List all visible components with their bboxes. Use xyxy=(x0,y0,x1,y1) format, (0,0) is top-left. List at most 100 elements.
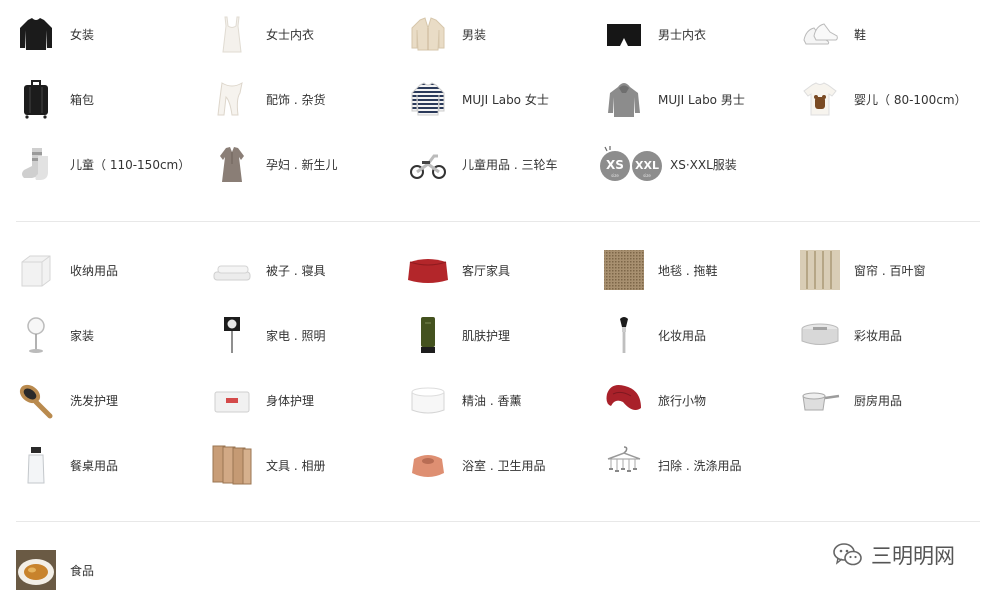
skincare-tube-icon xyxy=(406,313,450,357)
category-muji-labo-men[interactable]: MUJI Labo 男士 xyxy=(588,69,784,129)
category-label: 儿童用品 . 三轮车 xyxy=(462,157,558,172)
category-label: 地毯 . 拖鞋 xyxy=(658,263,718,278)
soap-bar-icon xyxy=(210,378,254,422)
category-baby[interactable]: 婴儿（ 80-100cm） xyxy=(784,69,980,129)
category-living-room[interactable]: 客厅家具 xyxy=(392,240,588,300)
category-label: 孕妇 . 新生儿 xyxy=(266,157,338,172)
category-label: 鞋 xyxy=(854,27,867,42)
mirror-icon xyxy=(14,313,58,357)
notebooks-icon xyxy=(210,443,254,487)
kids-socks-icon xyxy=(14,142,58,186)
category-rugs[interactable]: 地毯 . 拖鞋 xyxy=(588,240,784,300)
toothbrush-stand-icon xyxy=(406,443,450,487)
sneakers-icon xyxy=(798,12,842,56)
category-kids[interactable]: 儿童（ 110-150cm） xyxy=(0,134,196,194)
category-label: 男装 xyxy=(462,27,487,42)
size-badge-xs: XS xyxy=(606,158,624,172)
balance-bike-icon xyxy=(406,142,450,186)
category-label: 婴儿（ 80-100cm） xyxy=(854,92,967,107)
category-label: 旅行小物 xyxy=(658,393,707,408)
category-shoes[interactable]: 鞋 xyxy=(784,4,980,64)
category-mens-apparel[interactable]: 男装 xyxy=(392,4,588,64)
category-tableware[interactable]: 餐桌用品 xyxy=(0,435,196,495)
watermark: 三明明网 xyxy=(833,540,955,570)
category-cleaning[interactable]: 扫除 . 洗涤用品 xyxy=(588,435,784,495)
size-badge-sub: size xyxy=(643,173,651,178)
category-maternity[interactable]: 孕妇 . 新生儿 xyxy=(196,134,392,194)
category-xs-xxl[interactable]: XS XXL size size XS·XXL服装 xyxy=(588,134,784,194)
category-label: 文具 . 相册 xyxy=(266,458,326,473)
category-label: 身体护理 xyxy=(266,393,315,408)
category-bedding[interactable]: 被子 . 寝具 xyxy=(196,240,392,300)
curry-plate-icon xyxy=(14,548,58,592)
rug-icon xyxy=(602,248,646,292)
category-travel[interactable]: 旅行小物 xyxy=(588,370,784,430)
wall-speaker-icon xyxy=(210,313,254,357)
category-label: 家电 . 照明 xyxy=(266,328,326,343)
category-label: 彩妆用品 xyxy=(854,328,903,343)
category-cosmetics[interactable]: 化妆用品 xyxy=(588,305,784,365)
category-label: 被子 . 寝具 xyxy=(266,263,326,278)
hoodie-icon xyxy=(602,77,646,121)
category-aroma[interactable]: 精油 . 香薰 xyxy=(392,370,588,430)
category-label: 收纳用品 xyxy=(70,263,119,278)
section-divider xyxy=(16,221,980,222)
category-storage[interactable]: 收纳用品 xyxy=(0,240,196,300)
size-badge-xxl: XXL xyxy=(635,159,659,172)
neck-pillow-icon xyxy=(602,378,646,422)
category-bags[interactable]: 箱包 xyxy=(0,69,196,129)
section-divider xyxy=(16,521,980,522)
scarf-icon xyxy=(210,77,254,121)
watermark-text: 三明明网 xyxy=(871,544,955,568)
category-muji-labo-women[interactable]: MUJI Labo 女士 xyxy=(392,69,588,129)
category-home-decor[interactable]: 家装 xyxy=(0,305,196,365)
glass-bottle-icon xyxy=(14,443,58,487)
hairbrush-icon xyxy=(14,378,58,422)
category-hair-care[interactable]: 洗发护理 xyxy=(0,370,196,430)
household-section: 收纳用品 被子 . 寝具 客厅家具 地毯 . 拖鞋 窗帘 . 百叶窗 家装 家电… xyxy=(0,230,981,520)
category-label: 食品 xyxy=(70,563,95,578)
category-food[interactable]: 食品 xyxy=(0,540,196,600)
category-label: 男士内衣 xyxy=(658,27,707,42)
category-womens-underwear[interactable]: 女士内衣 xyxy=(196,4,392,64)
category-label: 洗发护理 xyxy=(70,393,119,408)
category-label: 餐桌用品 xyxy=(70,458,119,473)
category-label: 配饰 . 杂货 xyxy=(266,92,326,107)
category-makeup[interactable]: 彩妆用品 xyxy=(784,305,980,365)
sweater-black-icon xyxy=(14,12,58,56)
category-label: XS·XXL服装 xyxy=(670,157,737,172)
category-skincare[interactable]: 肌肤护理 xyxy=(392,305,588,365)
wechat-icon xyxy=(833,542,863,568)
category-appliances[interactable]: 家电 . 照明 xyxy=(196,305,392,365)
category-label: 厨房用品 xyxy=(854,393,903,408)
makeup-brush-icon xyxy=(602,313,646,357)
category-label: 化妆用品 xyxy=(658,328,707,343)
category-label: 扫除 . 洗涤用品 xyxy=(658,458,742,473)
category-body-care[interactable]: 身体护理 xyxy=(196,370,392,430)
category-label: 儿童（ 110-150cm） xyxy=(70,157,191,172)
apparel-section: 女装 女士内衣 男装 男士内衣 鞋 箱包 配饰 . 杂货 MUJI Labo 女… xyxy=(0,0,981,220)
category-bathroom[interactable]: 浴室 . 卫生用品 xyxy=(392,435,588,495)
size-badge-sub: size xyxy=(611,173,619,178)
striped-shirt-icon xyxy=(406,77,450,121)
size-badges-icon: XS XXL size size xyxy=(598,142,664,186)
category-kids-goods[interactable]: 儿童用品 . 三轮车 xyxy=(392,134,588,194)
category-accessories[interactable]: 配饰 . 杂货 xyxy=(196,69,392,129)
category-stationery[interactable]: 文具 . 相册 xyxy=(196,435,392,495)
category-curtains[interactable]: 窗帘 . 百叶窗 xyxy=(784,240,980,300)
storage-box-icon xyxy=(14,248,58,292)
category-mens-underwear[interactable]: 男士内衣 xyxy=(588,4,784,64)
category-label: 客厅家具 xyxy=(462,263,511,278)
suitcase-icon xyxy=(14,77,58,121)
category-label: 浴室 . 卫生用品 xyxy=(462,458,546,473)
category-kitchen[interactable]: 厨房用品 xyxy=(784,370,980,430)
hanger-rack-icon xyxy=(602,443,646,487)
cosmetic-case-icon xyxy=(798,313,842,357)
curtain-icon xyxy=(798,248,842,292)
category-label: 女士内衣 xyxy=(266,27,315,42)
cardigan-icon xyxy=(406,12,450,56)
category-womens-apparel[interactable]: 女装 xyxy=(0,4,196,64)
saucepan-icon xyxy=(798,378,842,422)
category-label: 箱包 xyxy=(70,92,95,107)
category-label: MUJI Labo 男士 xyxy=(658,92,745,107)
